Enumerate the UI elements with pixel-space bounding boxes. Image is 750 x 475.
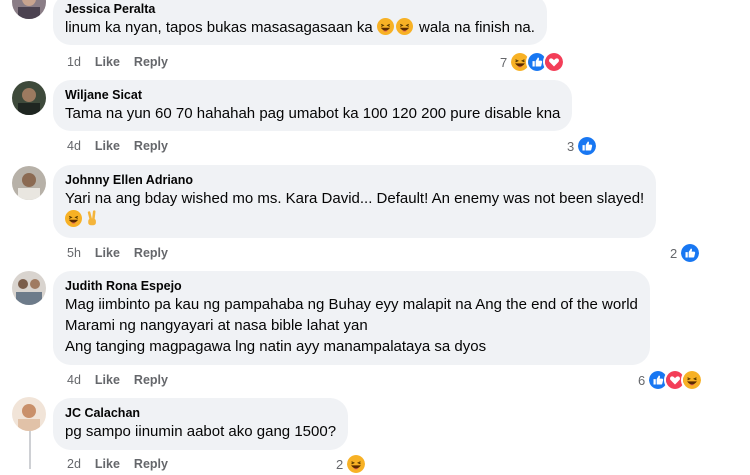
reply-thread-line — [29, 430, 31, 469]
comment-actions: 2d Like Reply — [67, 456, 182, 472]
comment-author[interactable]: Wiljane Sicat — [65, 87, 560, 103]
reaction-summary[interactable]: 2 — [336, 453, 368, 475]
comment-text-line: Mag iimbinto pa kau ng pampahaba ng Buha… — [65, 296, 638, 313]
avatar[interactable] — [12, 271, 46, 305]
comment-time[interactable]: 4d — [67, 139, 81, 153]
comment-author[interactable]: Johnny Ellen Adriano — [65, 172, 644, 188]
like-button[interactable]: Like — [95, 246, 120, 260]
comment-text: linum ka nyan, tapos bukas masasagasaan … — [65, 18, 535, 36]
reaction-count: 7 — [500, 54, 508, 70]
comment-time[interactable]: 5h — [67, 246, 81, 260]
comment-actions: 5h Like Reply — [67, 245, 182, 261]
haha-icon — [681, 369, 704, 391]
reaction-summary[interactable]: 3 — [567, 135, 599, 157]
like-button[interactable]: Like — [95, 139, 120, 153]
comment-time[interactable]: 1d — [67, 55, 81, 69]
comment-text-line: Ang tanging magpagawa lng natin ayy mana… — [65, 338, 487, 355]
reaction-summary[interactable]: 2 — [670, 242, 702, 264]
reply-button[interactable]: Reply — [134, 373, 168, 387]
reply-button[interactable]: Reply — [134, 246, 168, 260]
avatar[interactable] — [12, 81, 46, 115]
comment-text: Tama na yun 60 70 hahahah pag umabot ka … — [65, 105, 561, 122]
comment-bubble: JC Calachan pg sampo iinumin aabot ako g… — [53, 398, 349, 450]
reaction-summary[interactable]: 6 — [638, 369, 704, 391]
comment-actions: 4d Like Reply — [67, 138, 182, 154]
comment-text-line: Marami ng nangyayari at nasa bible lahat… — [65, 317, 368, 334]
reaction-count: 3 — [567, 138, 575, 154]
comment-actions: 1d Like Reply — [67, 54, 182, 70]
comment-bubble: Jessica Peralta linum ka nyan, tapos buk… — [53, 0, 547, 45]
comment-text: Yari na ang bday wished mo ms. Kara Davi… — [65, 190, 645, 207]
comment-bubble: Judith Rona Espejo Mag iimbinto pa kau n… — [53, 271, 650, 365]
avatar[interactable] — [12, 166, 46, 200]
comment-author[interactable]: Jessica Peralta — [65, 1, 535, 17]
comment-bubble: Johnny Ellen Adriano Yari na ang bday wi… — [53, 165, 657, 238]
reaction-summary[interactable]: 7 — [500, 51, 566, 73]
laughing-emoji — [396, 18, 413, 35]
comment-emoji-line — [65, 209, 644, 230]
comment-bubble: Wiljane Sicat Tama na yun 60 70 hahahah … — [53, 80, 573, 131]
comment-author[interactable]: JC Calachan — [65, 405, 336, 421]
laughing-emoji — [377, 18, 394, 35]
avatar[interactable] — [12, 397, 46, 431]
love-icon — [543, 51, 566, 73]
reply-button[interactable]: Reply — [134, 139, 168, 153]
reaction-count: 6 — [638, 372, 646, 388]
reaction-count: 2 — [336, 456, 344, 472]
victory-hand-emoji — [84, 210, 101, 227]
like-button[interactable]: Like — [95, 55, 120, 69]
reaction-count: 2 — [670, 245, 678, 261]
comment-actions: 4d Like Reply — [67, 372, 182, 388]
like-icon — [679, 242, 702, 264]
haha-icon — [345, 453, 368, 475]
like-button[interactable]: Like — [95, 373, 120, 387]
avatar[interactable] — [12, 0, 46, 19]
like-icon — [576, 135, 599, 157]
reply-button[interactable]: Reply — [134, 55, 168, 69]
laughing-emoji — [65, 210, 82, 227]
comment-time[interactable]: 4d — [67, 373, 81, 387]
comment-text: pg sampo iinumin aabot ako gang 1500? — [65, 423, 337, 440]
comment-author[interactable]: Judith Rona Espejo — [65, 278, 638, 294]
